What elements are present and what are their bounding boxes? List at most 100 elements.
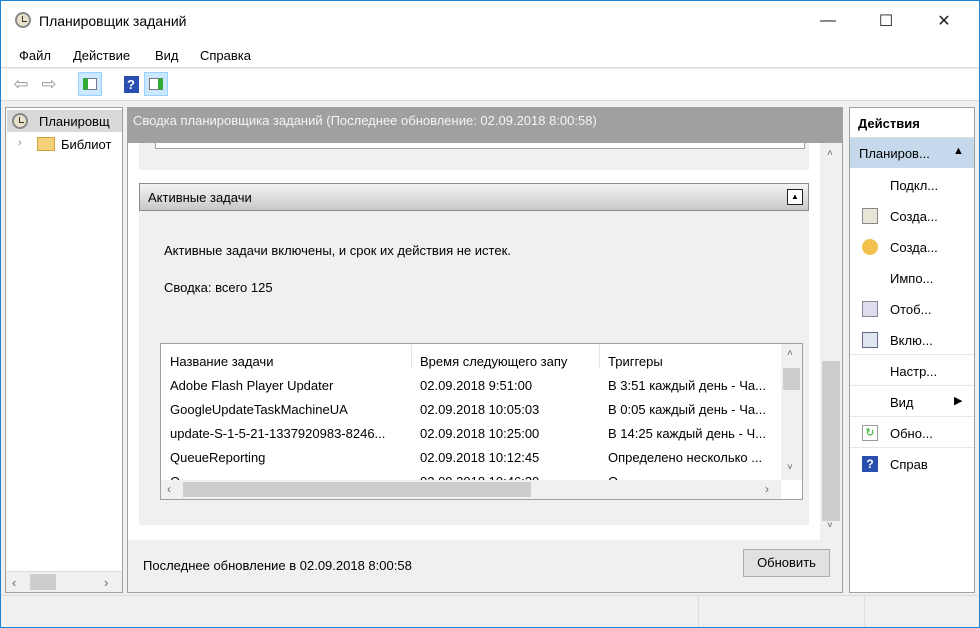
submenu-arrow-icon: ▶	[954, 395, 963, 407]
scroll-right-icon[interactable]: ›	[765, 482, 769, 496]
action-label: Справ	[890, 457, 928, 472]
scrollbar-thumb[interactable]	[183, 482, 531, 497]
action-label: Импо...	[890, 271, 934, 286]
close-button[interactable]: ✕	[921, 2, 967, 40]
action-label: Вид	[890, 395, 914, 410]
action-label: Обно...	[890, 426, 933, 441]
column-header-triggers[interactable]: Триггеры	[608, 354, 663, 369]
collapse-triangle-icon[interactable]: ▲	[953, 145, 964, 157]
menu-action[interactable]: Действие	[73, 48, 130, 63]
actions-pane: Действия Планиров... ▲ Подкл... Созда... С…	[849, 107, 975, 593]
menu-help[interactable]: Справка	[200, 48, 251, 63]
toolbar: ⇦ ⇨ ?	[1, 69, 979, 101]
last-update-text: Последнее обновление в 02.09.2018 8:00:5…	[143, 558, 412, 573]
scrollbar-thumb[interactable]	[822, 361, 840, 521]
create-task-icon	[862, 239, 878, 255]
window-title: Планировщик заданий	[39, 13, 187, 29]
enable-history-icon	[862, 332, 878, 348]
action-item[interactable]: Вклю...	[850, 325, 974, 355]
tree-root-label: Планировщ	[39, 114, 110, 129]
maximize-button[interactable]: ☐	[863, 2, 909, 40]
panel-title: Активные задачи	[148, 190, 252, 205]
scrollbar-thumb[interactable]	[30, 574, 56, 590]
menu-view[interactable]: Вид	[155, 48, 179, 63]
show-tree-icon[interactable]	[78, 72, 102, 96]
show-actions-icon[interactable]	[144, 72, 168, 96]
task-name-cell: update-S-1-5-21-1337920983-8246...	[170, 426, 386, 441]
action-label: Подкл...	[890, 178, 939, 193]
actions-title: Действия	[850, 108, 974, 138]
active-tasks-panel-header[interactable]: Активные задачи ▲	[139, 183, 809, 211]
tree-item-root[interactable]: Планировщ	[7, 110, 122, 132]
back-arrow-icon[interactable]: ⇦	[9, 72, 33, 96]
action-item[interactable]: Созда...	[850, 232, 974, 262]
table-row[interactable]: Adobe Flash Player Updater 02.09.2018 9:5…	[161, 378, 781, 402]
action-item[interactable]: Настр...	[850, 356, 974, 386]
action-item[interactable]: Подкл...	[850, 170, 974, 200]
scroll-left-icon[interactable]: ‹	[167, 482, 171, 496]
previous-panel	[139, 143, 809, 170]
task-name-cell: Adobe Flash Player Updater	[170, 378, 334, 393]
action-item[interactable]: ? Справ	[850, 449, 974, 479]
next-run-time-cell: 02.09.2018 10:05:03	[420, 402, 540, 417]
menu-bar: Файл Действие Вид Справка	[1, 40, 979, 68]
collapse-icon[interactable]: ▲	[787, 189, 803, 205]
triggers-cell: Определено несколько ...	[608, 450, 763, 465]
title-bar: Планировщик заданий — ☐ ✕	[1, 1, 979, 40]
actions-group-label: Планиров...	[859, 146, 930, 161]
scrollbar-thumb[interactable]	[783, 368, 800, 390]
actions-group-header[interactable]: Планиров... ▲	[850, 138, 974, 168]
help-icon[interactable]: ?	[119, 72, 143, 96]
table-row[interactable]: QueueReporting 02.09.2018 10:12:45 Определ…	[161, 450, 781, 474]
forward-arrow-icon[interactable]: ⇨	[37, 72, 61, 96]
action-item[interactable]: Импо...	[850, 263, 974, 293]
next-run-time-cell: 02.09.2018 10:12:45	[420, 450, 540, 465]
next-run-time-cell: 02.09.2018 9:51:00	[420, 378, 533, 393]
column-header-name[interactable]: Название задачи	[170, 354, 273, 369]
action-item[interactable]: Созда...	[850, 201, 974, 231]
scroll-down-icon[interactable]: ˅	[787, 462, 793, 473]
task-count: Сводка: всего 125	[164, 280, 273, 295]
panel-description: Активные задачи включены, и срок их дейс…	[164, 243, 511, 258]
action-item[interactable]: Вид ▶	[850, 387, 974, 417]
scroll-left-icon[interactable]: ‹	[12, 575, 16, 590]
tree-pane: Планировщ › Библиот ‹ ›	[5, 107, 123, 593]
action-label: Созда...	[890, 209, 938, 224]
triggers-cell: В 0:05 каждый день - Ча...	[608, 402, 766, 417]
action-label: Отоб...	[890, 302, 932, 317]
clock-icon	[15, 12, 31, 28]
action-label: Созда...	[890, 240, 938, 255]
scroll-up-icon[interactable]: ˄	[827, 148, 833, 159]
create-basic-task-icon	[862, 208, 878, 224]
column-header-next-run[interactable]: Время следующего запу	[420, 354, 567, 369]
action-item[interactable]: Отоб...	[850, 294, 974, 324]
scroll-up-icon[interactable]: ˄	[787, 348, 793, 359]
summary-header: Сводка планировщика заданий (Последнее о…	[127, 107, 843, 143]
next-run-time-cell: 02.09.2018 10:25:00	[420, 426, 540, 441]
table-vertical-scrollbar[interactable]: ˄ ˅	[781, 344, 802, 480]
display-running-icon	[862, 301, 878, 317]
minimize-button[interactable]: —	[805, 2, 851, 40]
menu-file[interactable]: Файл	[19, 48, 51, 63]
table-row[interactable]: GoogleUpdateTaskMachineUA 02.09.2018 10:0…	[161, 402, 781, 426]
status-bar	[1, 595, 979, 627]
scroll-right-icon[interactable]: ›	[104, 575, 108, 590]
tree-horizontal-scrollbar[interactable]: ‹ ›	[6, 571, 122, 592]
tree-item-library[interactable]: › Библиот	[7, 134, 122, 156]
refresh-button[interactable]: Обновить	[743, 549, 830, 577]
summary-vertical-scrollbar[interactable]: ˄ ˅	[820, 143, 842, 540]
clock-icon	[12, 113, 28, 129]
action-label: Вклю...	[890, 333, 933, 348]
task-name-cell: QueueReporting	[170, 450, 266, 465]
expand-chevron-icon[interactable]: ›	[18, 137, 22, 149]
table-row[interactable]: update-S-1-5-21-1337920983-8246... 02.09.…	[161, 426, 781, 450]
tree-library-label: Библиот	[61, 137, 112, 152]
table-horizontal-scrollbar[interactable]: ‹ ›	[161, 480, 781, 499]
action-item[interactable]: ↻ Обно...	[850, 418, 974, 448]
table-header: Название задачи Время следующего запу Тр…	[161, 345, 781, 378]
scroll-down-icon[interactable]: ˅	[827, 520, 833, 531]
triggers-cell: В 14:25 каждый день - Ч...	[608, 426, 766, 441]
action-label: Настр...	[890, 364, 938, 379]
folder-icon	[37, 137, 55, 151]
task-name-cell: GoogleUpdateTaskMachineUA	[170, 402, 348, 417]
